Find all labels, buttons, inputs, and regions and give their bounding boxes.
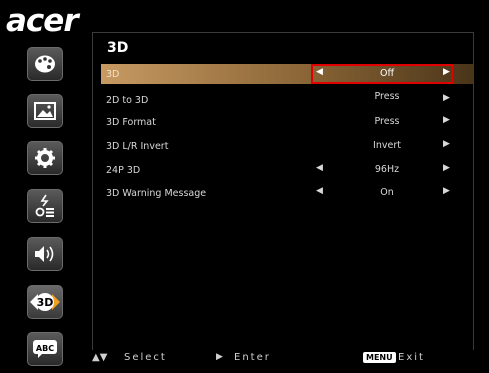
- row-label: 3D L/R Invert: [106, 141, 169, 152]
- abc-icon[interactable]: ABC: [27, 332, 63, 366]
- menu-row-24p-3d[interactable]: 24P 3D ◀ 96Hz ▶: [101, 160, 473, 180]
- row-value: Press: [374, 116, 400, 127]
- enter-hint: Enter: [234, 352, 271, 363]
- row-value: Invert: [373, 140, 401, 151]
- left-arrow-icon[interactable]: ◀: [316, 186, 323, 196]
- right-arrow-icon[interactable]: ▶: [443, 93, 450, 103]
- up-down-arrows-icon: ▲▼: [92, 352, 108, 363]
- left-arrow-icon[interactable]: ◀: [316, 163, 323, 173]
- exit-hint: Exit: [398, 352, 425, 363]
- acer-logo: acer: [6, 3, 79, 39]
- menu-row-3d-warning-message[interactable]: 3D Warning Message ◀ On ▶: [101, 183, 473, 203]
- picture-icon[interactable]: [27, 47, 63, 81]
- menu-row-3d-lr-invert[interactable]: 3D L/R Invert Invert ▶: [101, 136, 473, 156]
- abc-icon-label: ABC: [36, 344, 54, 353]
- osd-frame: acer 3D ABC 3D 3D ◀ Off ▶ 2D to 3D Press…: [0, 0, 489, 373]
- row-label: 3D: [106, 69, 120, 80]
- enter-arrow-icon: ▶: [216, 352, 225, 362]
- row-label: 3D Warning Message: [106, 188, 207, 199]
- 3d-icon-label: 3D: [37, 296, 54, 309]
- page-title: 3D: [107, 40, 129, 56]
- image-icon[interactable]: [27, 94, 63, 128]
- row-value: 96Hz: [374, 164, 400, 175]
- row-label: 2D to 3D: [106, 95, 149, 106]
- right-arrow-icon[interactable]: ▶: [443, 115, 450, 125]
- right-arrow-icon[interactable]: ▶: [443, 186, 450, 196]
- menu-row-2d-to-3d[interactable]: 2D to 3D Press ▶: [101, 90, 473, 110]
- row-label: 3D Format: [106, 117, 156, 128]
- speaker-icon[interactable]: [27, 237, 63, 271]
- gear-icon[interactable]: [27, 141, 63, 175]
- row-value: Press: [374, 91, 400, 102]
- menu-key-badge: MENU: [363, 352, 396, 363]
- right-arrow-icon[interactable]: ▶: [443, 139, 450, 149]
- selection-highlight: [311, 64, 453, 84]
- select-hint: Select: [124, 352, 167, 363]
- menu-row-3d-format[interactable]: 3D Format Press ▶: [101, 112, 473, 132]
- sidebar: 3D ABC: [0, 40, 90, 366]
- 3d-icon[interactable]: 3D: [27, 285, 63, 319]
- row-label: 24P 3D: [106, 165, 141, 176]
- row-value: On: [380, 187, 394, 198]
- power-icon[interactable]: [27, 189, 63, 223]
- right-arrow-icon[interactable]: ▶: [443, 163, 450, 173]
